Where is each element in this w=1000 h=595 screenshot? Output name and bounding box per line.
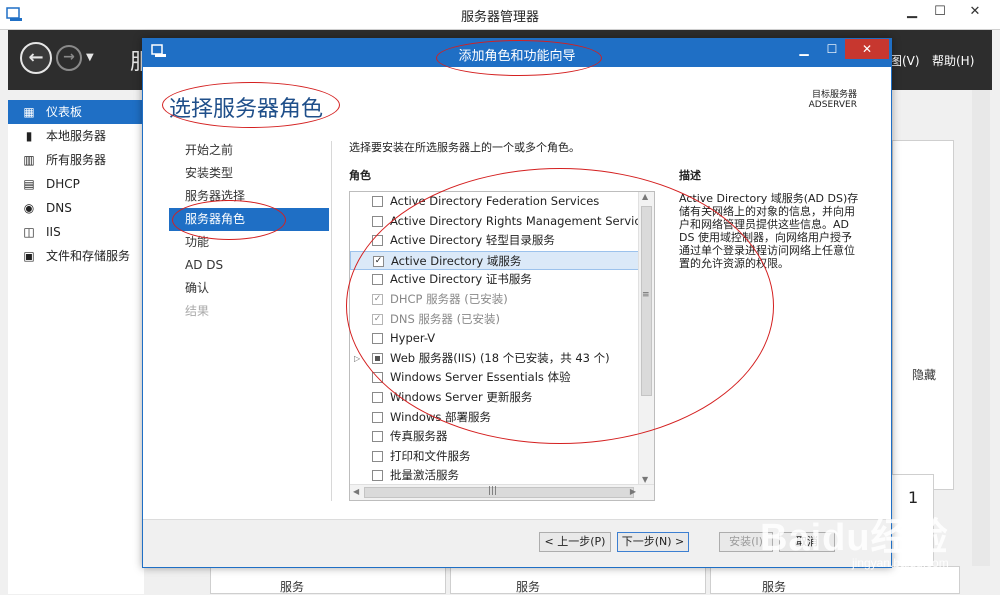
- instruction-text: 选择要安装在所选服务器上的一个或多个角色。: [349, 141, 580, 154]
- role-checkbox[interactable]: [372, 411, 383, 423]
- server-manager-titlebar: 服务器管理器 ▁ ☐ ✕: [0, 0, 1000, 30]
- scroll-thumb[interactable]: [364, 487, 634, 498]
- scroll-left-icon[interactable]: ◀: [353, 487, 359, 496]
- watermark-url: jingyan.baidu.com: [852, 556, 949, 570]
- wizard-step[interactable]: 确认: [169, 277, 329, 300]
- annotation-ellipse: [346, 168, 774, 444]
- role-row[interactable]: 打印和文件服务: [350, 447, 654, 467]
- sidebar-item-file-storage[interactable]: ▣ 文件和存储服务: [8, 244, 144, 268]
- history-dropdown-icon[interactable]: ▼: [86, 52, 94, 63]
- role-checkbox[interactable]: [372, 450, 383, 462]
- wizard-step-disabled: 结果: [185, 304, 210, 318]
- maximize-button[interactable]: ☐: [819, 39, 845, 59]
- watermark-logo: Baidu经验: [760, 517, 949, 559]
- dhcp-icon: ▤: [23, 177, 35, 191]
- role-checkbox[interactable]: [372, 196, 383, 207]
- watermark: Baidu经验 jingyan.baidu.com: [760, 498, 1000, 588]
- target-server-label: 目标服务器: [811, 90, 857, 100]
- minimize-button[interactable]: ▁: [898, 2, 926, 22]
- dashboard-tile: [892, 140, 954, 490]
- sidebar-item-dhcp[interactable]: ▤ DHCP: [8, 172, 144, 196]
- description-header: 描述: [679, 169, 701, 182]
- role-checkbox[interactable]: [372, 391, 383, 403]
- scroll-grip-icon: |||: [488, 486, 498, 496]
- close-button[interactable]: ✕: [845, 39, 889, 59]
- servers-icon: ▥: [23, 153, 35, 167]
- sidebar-item-local-server[interactable]: ▮ 本地服务器: [8, 124, 144, 148]
- sidebar-item-dashboard[interactable]: ▦ 仪表板: [8, 100, 144, 124]
- scroll-right-icon[interactable]: ▶: [630, 487, 636, 496]
- previous-button[interactable]: < 上一步(P): [539, 532, 611, 552]
- sidebar-item-iis[interactable]: ◫ IIS: [8, 220, 144, 244]
- divider: [331, 141, 332, 501]
- close-button[interactable]: ✕: [958, 2, 992, 22]
- minimize-button[interactable]: ▁: [791, 39, 817, 59]
- role-label: 打印和文件服务: [390, 448, 471, 463]
- dashboard-icon: ▦: [23, 105, 35, 119]
- annotation-ellipse: [172, 200, 286, 240]
- role-checkbox[interactable]: [372, 431, 383, 443]
- menu-help[interactable]: 帮助(H): [932, 52, 974, 69]
- role-list-horizontal-scrollbar[interactable]: ◀ ||| ▶: [350, 484, 654, 500]
- sidebar-item-label: 仪表板: [46, 105, 83, 119]
- dashboard-tile: [210, 566, 446, 594]
- role-row[interactable]: 批量激活服务: [350, 466, 654, 486]
- dashboard-tile: [450, 566, 706, 594]
- server-icon: ▮: [25, 129, 33, 143]
- target-server-value: ADSERVER: [808, 100, 857, 110]
- dns-icon: ◉: [23, 201, 35, 215]
- wizard-step[interactable]: 开始之前: [169, 139, 329, 162]
- sidebar-item-dns[interactable]: ◉ DNS: [8, 196, 144, 220]
- role-label: 批量激活服务: [390, 468, 459, 483]
- storage-icon: ▣: [23, 249, 35, 263]
- annotation-ellipse: [436, 40, 602, 76]
- tile-label: 服务: [280, 580, 305, 594]
- scroll-down-icon[interactable]: ▼: [642, 475, 648, 484]
- role-checkbox[interactable]: [372, 215, 383, 227]
- maximize-button[interactable]: ☐: [926, 2, 954, 22]
- role-checkbox[interactable]: [372, 470, 383, 482]
- roles-column-header: 角色: [349, 169, 371, 182]
- wizard-step[interactable]: 安装类型: [169, 162, 329, 185]
- sidebar-item-label: 文件和存储服务: [46, 249, 131, 263]
- sidebar-item-label: DHCP: [46, 177, 80, 191]
- sidebar-item-label: DNS: [46, 201, 72, 215]
- sidebar-item-label: 所有服务器: [46, 153, 107, 167]
- back-arrow-icon[interactable]: ←: [20, 42, 52, 74]
- iis-icon: ◫: [23, 225, 35, 239]
- hide-link[interactable]: 隐藏: [912, 366, 936, 383]
- wizard-step[interactable]: AD DS: [169, 254, 329, 277]
- menu-view[interactable]: 图(V): [890, 52, 920, 69]
- sidebar-item-label: IIS: [46, 225, 61, 239]
- sidebar-item-all-servers[interactable]: ▥ 所有服务器: [8, 148, 144, 172]
- tile-label: 服务: [516, 580, 541, 594]
- sidebar: ▦ 仪表板 ▮ 本地服务器 ▥ 所有服务器 ▤ DHCP ◉ DNS ◫ IIS…: [8, 100, 144, 594]
- server-manager-title: 服务器管理器: [460, 10, 539, 25]
- annotation-ellipse: [162, 82, 340, 128]
- role-label: 传真服务器: [390, 429, 448, 444]
- sidebar-item-label: 本地服务器: [46, 129, 107, 143]
- next-button[interactable]: 下一步(N) >: [617, 532, 689, 552]
- forward-arrow-icon[interactable]: →: [56, 45, 82, 71]
